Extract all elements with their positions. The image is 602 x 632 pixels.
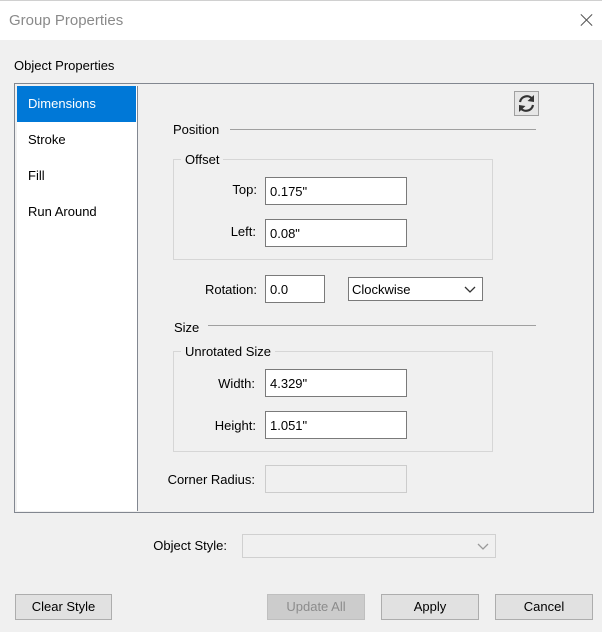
height-label: Height: bbox=[214, 418, 256, 433]
apply-button[interactable]: Apply bbox=[381, 594, 479, 620]
top-label: Top: bbox=[232, 182, 257, 197]
position-heading: Position bbox=[173, 122, 220, 137]
cancel-button[interactable]: Cancel bbox=[495, 594, 593, 620]
position-divider bbox=[230, 129, 536, 130]
corner-radius-label: Corner Radius: bbox=[167, 472, 255, 487]
height-input[interactable] bbox=[265, 411, 407, 439]
window-title: Group Properties bbox=[9, 12, 124, 29]
unrotated-size-group-label: Unrotated Size bbox=[181, 344, 275, 359]
left-label: Left: bbox=[230, 224, 256, 239]
width-input[interactable] bbox=[265, 369, 407, 397]
title-bar: Group Properties bbox=[0, 0, 602, 40]
sidebar-item-fill[interactable]: Fill bbox=[17, 158, 136, 194]
sidebar-item-run-around[interactable]: Run Around bbox=[17, 194, 136, 230]
update-all-button[interactable]: Update All bbox=[267, 594, 365, 620]
object-properties-heading: Object Properties bbox=[14, 58, 115, 73]
sidebar-item-stroke[interactable]: Stroke bbox=[17, 122, 136, 158]
object-style-label: Object Style: bbox=[153, 538, 227, 553]
rotation-label: Rotation: bbox=[204, 282, 257, 297]
chevron-down-icon bbox=[464, 286, 476, 293]
object-style-select[interactable] bbox=[242, 534, 496, 558]
left-input[interactable] bbox=[265, 219, 407, 247]
size-heading: Size bbox=[174, 320, 200, 335]
category-list: Dimensions Stroke Fill Run Around bbox=[17, 86, 138, 511]
refresh-icon bbox=[518, 95, 535, 112]
sidebar-item-dimensions[interactable]: Dimensions bbox=[17, 86, 136, 122]
close-icon[interactable] bbox=[576, 10, 598, 32]
rotation-direction-select[interactable]: Clockwise bbox=[348, 277, 483, 301]
clear-style-button[interactable]: Clear Style bbox=[15, 594, 112, 620]
rotation-input[interactable] bbox=[265, 275, 325, 303]
rotation-direction-value: Clockwise bbox=[352, 282, 411, 297]
offset-group-label: Offset bbox=[181, 152, 224, 167]
top-input[interactable] bbox=[265, 177, 407, 205]
width-label: Width: bbox=[218, 376, 255, 391]
chevron-down-icon bbox=[477, 543, 489, 550]
refresh-button[interactable] bbox=[514, 91, 539, 116]
size-divider bbox=[208, 325, 536, 326]
corner-radius-input[interactable] bbox=[265, 465, 407, 493]
